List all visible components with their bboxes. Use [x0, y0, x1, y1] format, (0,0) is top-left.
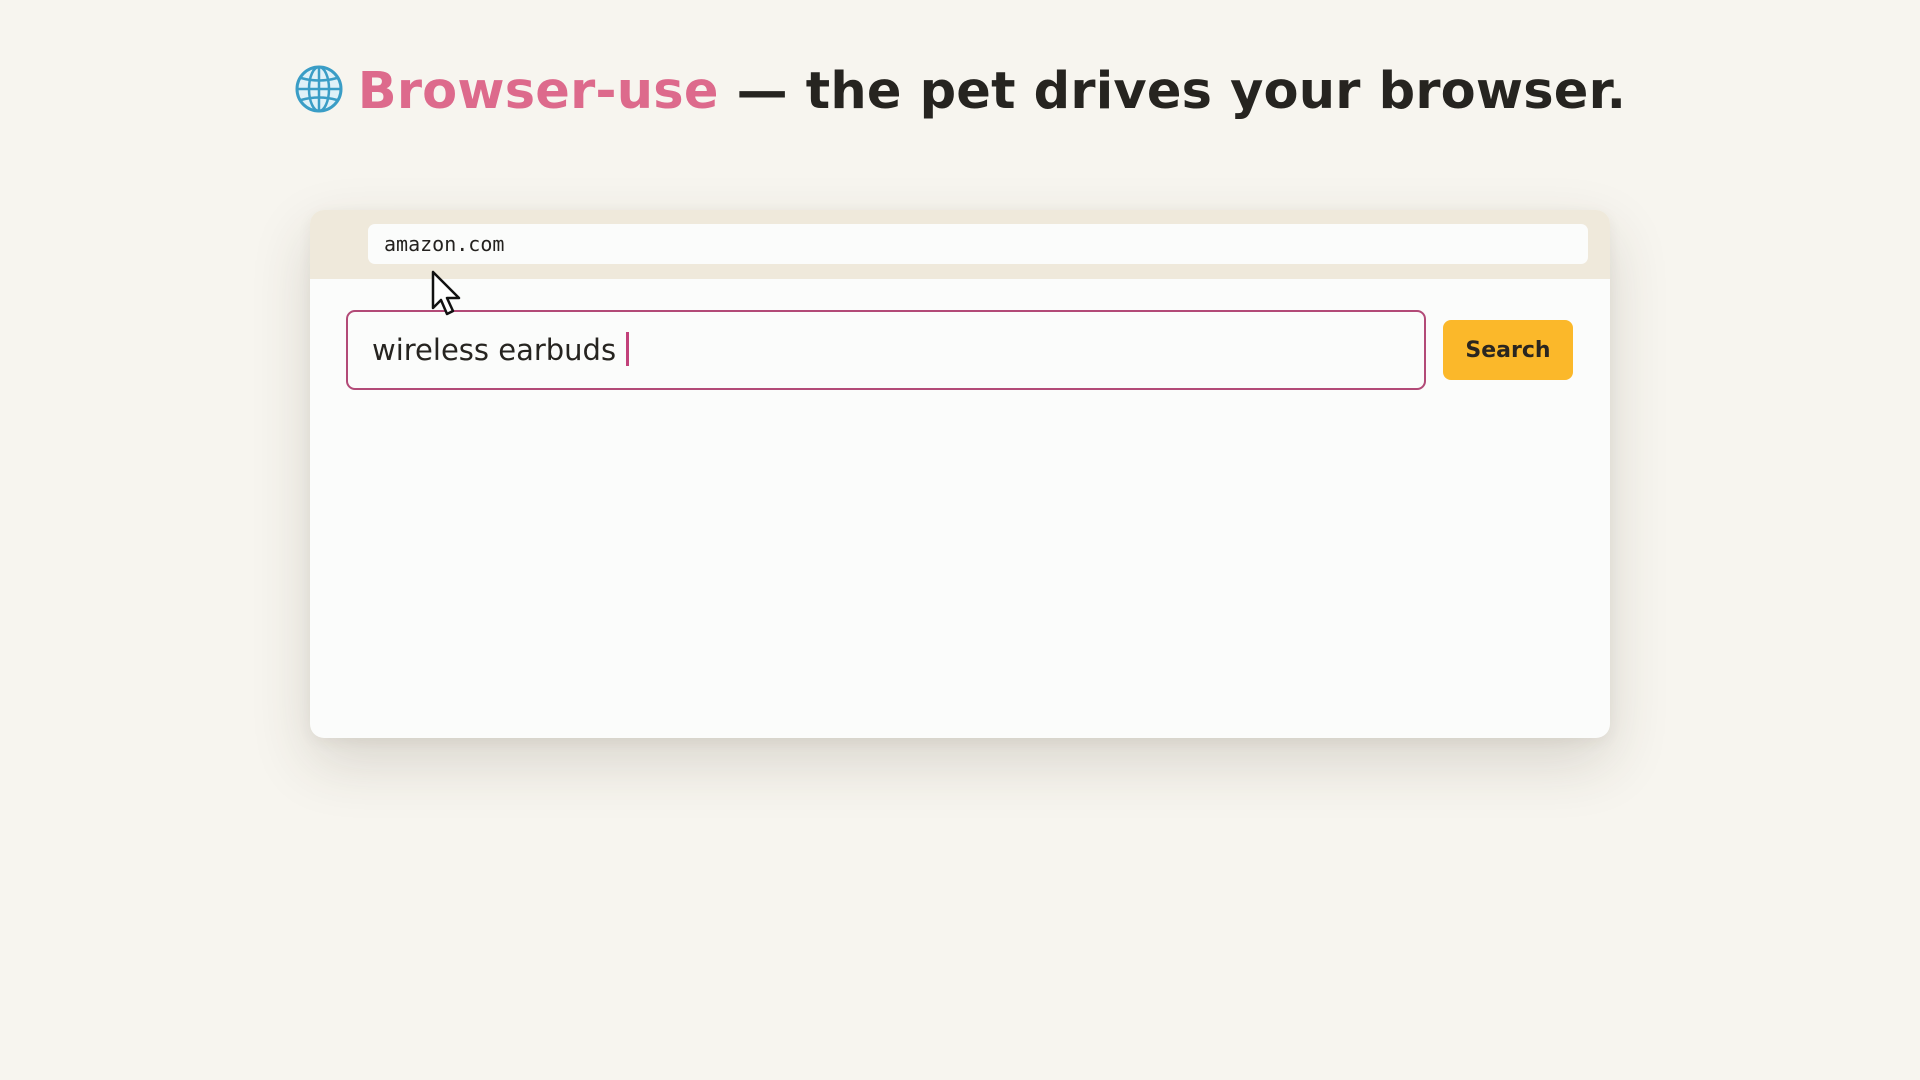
mouse-pointer-icon — [431, 270, 461, 316]
globe-icon — [295, 65, 343, 113]
search-input[interactable]: wireless earbuds — [346, 310, 1426, 390]
tagline: — the pet drives your browser. — [718, 62, 1627, 121]
browser-window: amazon.com wireless earbuds Search — [310, 210, 1610, 738]
search-input-value: wireless earbuds — [372, 333, 617, 367]
address-bar[interactable]: amazon.com — [368, 224, 1588, 264]
page: Browser-use — the pet drives your browse… — [0, 0, 1920, 1080]
browser-toolbar: amazon.com — [310, 210, 1610, 279]
search-button[interactable]: Search — [1443, 320, 1573, 380]
brand-name: Browser-use — [357, 62, 719, 121]
text-caret — [626, 332, 630, 366]
page-title: Browser-use — the pet drives your browse… — [0, 62, 1920, 121]
